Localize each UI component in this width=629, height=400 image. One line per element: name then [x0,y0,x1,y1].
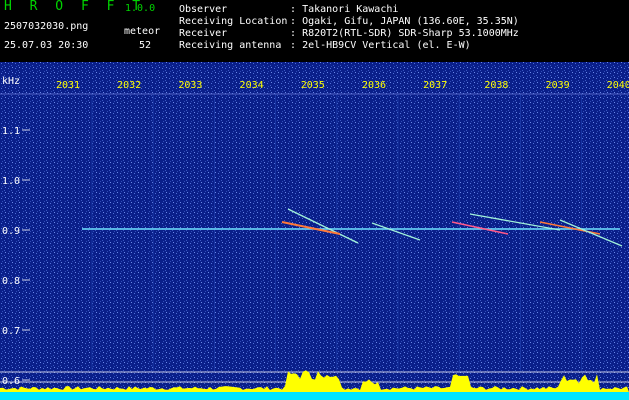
time-tick-label: 2040 [607,80,629,91]
spectrogram-background [0,62,629,400]
header-panel: H R O F F T 1.0.0 2507032030.png 25.07.0… [0,0,629,62]
time-tick-label: 2035 [301,80,325,91]
frequency-tick-label: 0.9 [2,226,20,237]
file-name: 2507032030.png [4,21,89,32]
time-tick-label: 2031 [56,80,80,91]
capture-datetime: 25.07.03 20:30 [4,40,89,51]
frequency-unit-label: kHz [2,76,20,87]
frequency-tick-label: 0.8 [2,276,20,287]
frequency-tick-label: 1.1 [2,126,20,137]
receiver-text: R820T2(RTL-SDR) SDR-Sharp 53.1000MHz [302,28,519,39]
antenna-value: : 2el-HB9CV Vertical (el. E-W) [290,41,471,51]
frequency-tick-label: 1.0 [2,176,20,187]
meteor-count: 52 [139,40,152,51]
observer-label: Observer [179,4,228,15]
location-text: Ogaki, Gifu, JAPAN (136.60E, 35.35N) [302,16,519,27]
observer-name: Takanori Kawachi [302,4,399,15]
receiver-sep: : [290,28,297,39]
time-tick-label: 2032 [117,80,141,91]
time-tick-label: 2034 [240,80,264,91]
observer-value: : Takanori Kawachi [290,5,398,15]
antenna-text: 2el-HB9CV Vertical (el. E-W) [302,40,471,51]
location-value: : Ogaki, Gifu, JAPAN (136.60E, 35.35N) [290,17,519,27]
observer-sep: : [290,4,297,15]
antenna-label: Receiving antenna [179,40,282,51]
receiver-label: Receiver [179,28,228,39]
location-label: Receiving Location [179,16,288,27]
meteor-label: meteor [124,26,161,37]
app-version: 1.0.0 [125,3,156,14]
level-baseline [0,392,629,400]
location-sep: : [290,16,297,27]
time-tick-label: 2038 [484,80,508,91]
receiver-value: : R820T2(RTL-SDR) SDR-Sharp 53.1000MHz [290,29,519,39]
app-title: H R O F F T [4,0,146,14]
time-tick-label: 2037 [423,80,447,91]
time-tick-label: 2036 [362,80,386,91]
spectrogram-plot: kHz 1.1 1.0 0.9 0.8 0.7 0.6 2031 2032 2033 2034 20… [0,62,629,400]
time-tick-label: 2033 [178,80,202,91]
frequency-tick-label: 0.6 [2,376,20,387]
frequency-tick-label: 0.7 [2,326,20,337]
time-tick-label: 2039 [546,80,570,91]
antenna-sep: : [290,40,297,51]
